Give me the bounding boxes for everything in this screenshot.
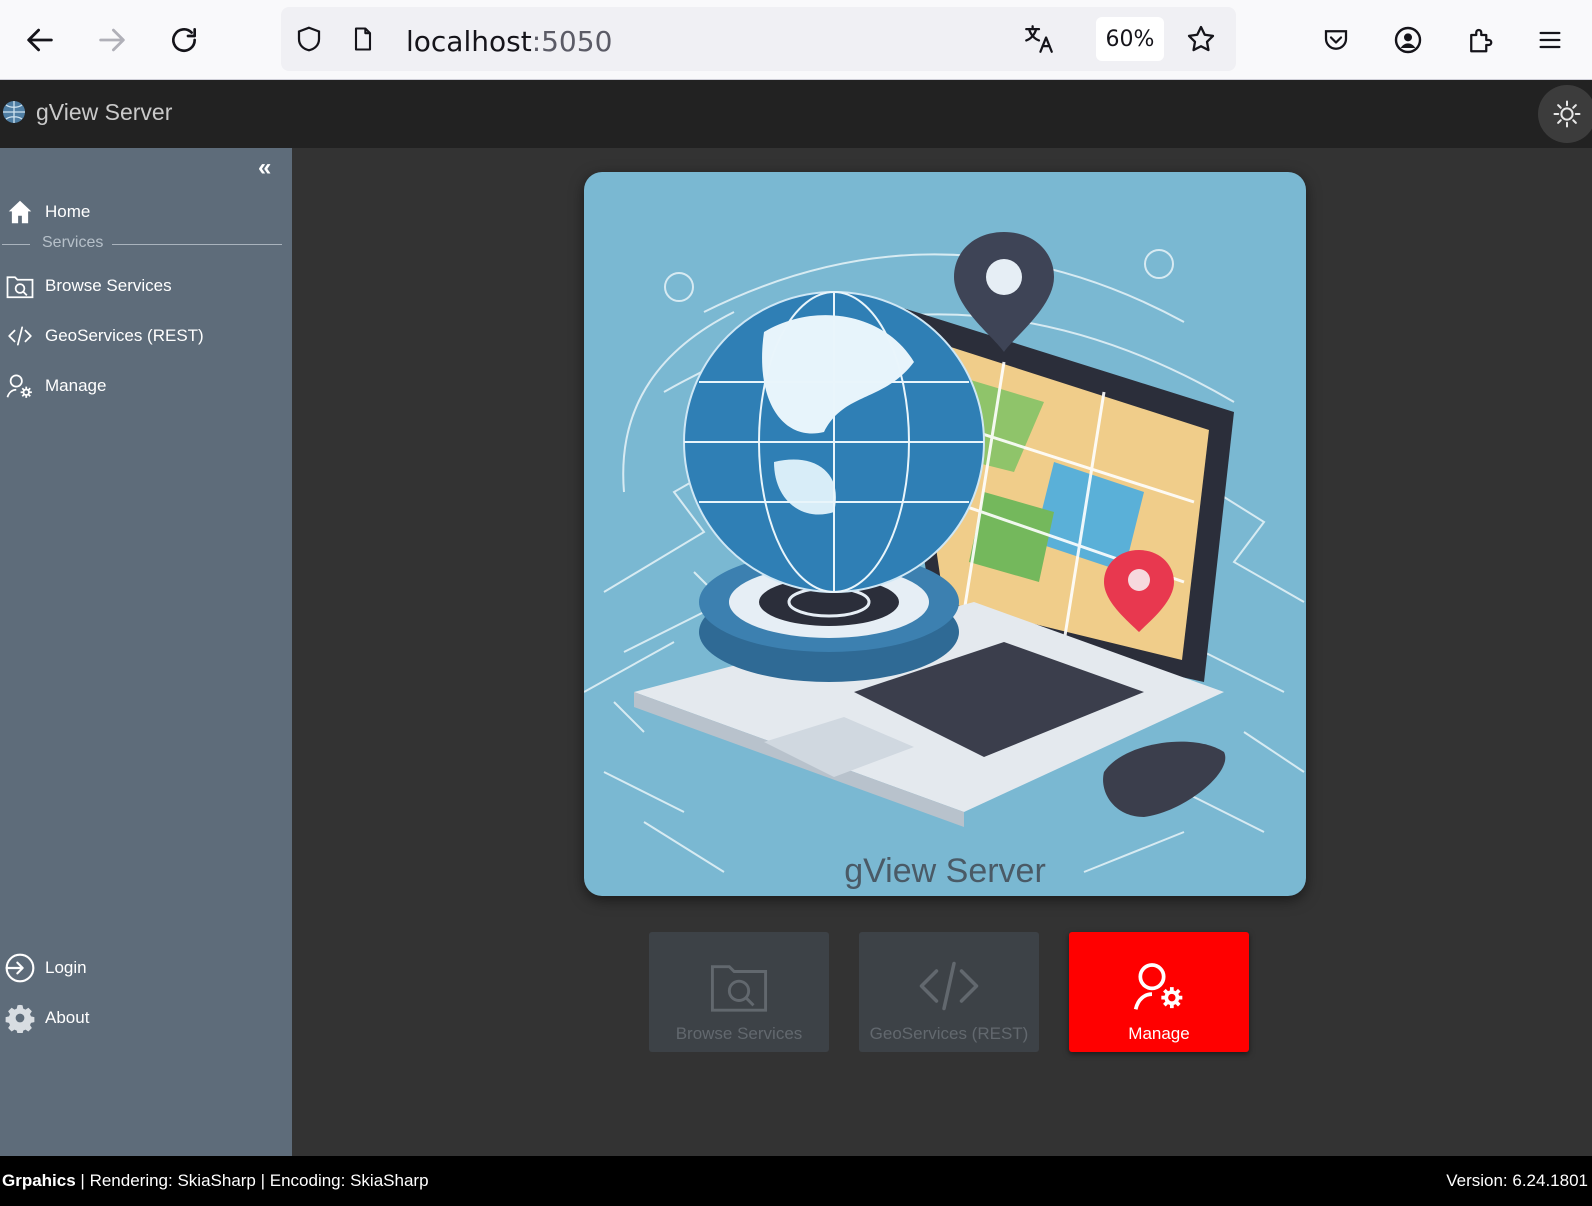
star-icon[interactable] [1183,21,1219,57]
tile-label: GeoServices (REST) [869,1024,1029,1043]
url-text[interactable]: localhost:5050 [406,25,612,58]
divider [2,244,30,245]
reload-button[interactable] [162,18,206,62]
graphics-label: Grpahics [2,1171,76,1190]
browser-toolbar: localhost:5050 60% [0,0,1592,80]
tile-label: Browse Services [675,1024,803,1043]
page-icon[interactable] [345,21,381,57]
account-icon[interactable] [1388,20,1428,60]
zoom-level-button[interactable]: 60% [1096,17,1164,61]
sidebar-item-browse-services[interactable]: Browse Services [0,266,290,306]
sidebar-item-manage[interactable]: Manage [0,366,290,406]
sun-icon [1553,100,1581,128]
arrow-right-icon [99,28,125,52]
version-label: Version: 6.24.1801 [1446,1171,1588,1190]
home-icon [2,194,38,230]
sidebar-item-label: Login [45,958,87,977]
sidebar: « Home Services Browse Services GeoServi… [0,148,292,1156]
back-button[interactable] [18,18,62,62]
sidebar-item-geoservices[interactable]: GeoServices (REST) [0,316,290,356]
url-bar[interactable]: localhost:5050 60% [281,7,1236,71]
sidebar-item-label: Manage [45,376,107,395]
code-icon [919,956,979,1016]
tile-geoservices[interactable]: GeoServices (REST) [859,932,1039,1052]
sidebar-item-home[interactable]: Home [0,192,290,232]
reload-icon [172,28,196,52]
url-port: :5050 [531,25,613,58]
tile-browse-services[interactable]: Browse Services [649,932,829,1052]
translate-icon[interactable] [1021,21,1057,57]
manage-icon [2,368,38,404]
app-title[interactable]: gView Server [36,99,172,126]
graphics-info: Grpahics | Rendering: SkiaSharp | Encodi… [2,1171,429,1191]
gear-icon [2,1000,38,1036]
app-header: gView Server [0,80,1592,148]
section-title: Services [42,234,104,251]
theme-toggle-button[interactable] [1538,85,1592,143]
sidebar-item-label: About [45,1008,90,1027]
sidebar-item-about[interactable]: About [0,998,290,1038]
hero-title: gView Server [844,852,1046,890]
menu-icon[interactable] [1530,20,1570,60]
gis-illustration [584,232,1305,873]
sidebar-item-label: Browse Services [45,276,172,295]
status-footer: Grpahics | Rendering: SkiaSharp | Encodi… [0,1156,1592,1206]
browse-icon [709,956,769,1016]
login-icon [2,950,38,986]
browse-icon [2,268,38,304]
collapse-sidebar-button[interactable]: « [258,154,271,182]
code-icon [2,318,38,354]
sidebar-item-login[interactable]: Login [0,948,290,988]
manage-icon [1129,956,1189,1016]
sidebar-item-label: GeoServices (REST) [45,326,204,345]
tile-label: Manage [1128,1024,1190,1043]
shield-icon[interactable] [291,21,327,57]
tile-manage[interactable]: Manage [1069,932,1249,1052]
divider [112,244,282,245]
forward-button[interactable] [90,18,134,62]
extensions-icon[interactable] [1460,20,1500,60]
graphics-details: | Rendering: SkiaSharp | Encoding: SkiaS… [75,1171,429,1190]
hero-card: gView Server [584,172,1306,896]
pocket-icon[interactable] [1316,20,1356,60]
url-host: localhost [406,25,532,58]
sidebar-section-services: Services [0,234,282,254]
arrow-left-icon [27,28,53,52]
globe-logo-icon[interactable] [0,98,28,126]
sidebar-item-label: Home [45,202,91,221]
